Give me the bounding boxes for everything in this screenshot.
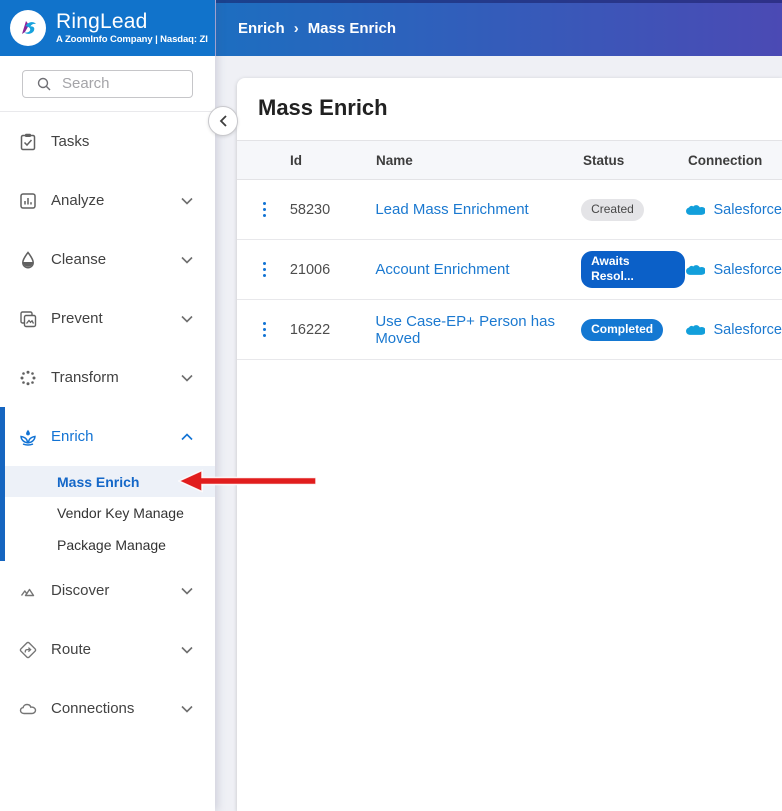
cell-id: 21006 [280, 262, 376, 278]
job-name-link[interactable]: Use Case-EP+ Person has Moved [375, 313, 555, 347]
prevent-icon [18, 309, 38, 329]
discover-icon [18, 581, 38, 601]
sidebar-item-label: Analyze [51, 192, 181, 209]
route-icon [18, 640, 38, 660]
cleanse-icon [18, 250, 38, 270]
brand-header: RingLead A ZoomInfo Company | Nasdaq: ZI [0, 0, 215, 56]
breadcrumb-current[interactable]: Mass Enrich [308, 20, 396, 37]
search-icon [37, 77, 51, 91]
sidebar-collapse-button[interactable] [208, 106, 238, 136]
sidebar-item-discover[interactable]: Discover [0, 561, 215, 620]
chevron-down-icon [181, 582, 193, 599]
column-header-name: Name [376, 153, 583, 168]
breadcrumb-separator-icon: › [294, 20, 299, 37]
sidebar-item-route[interactable]: Route [0, 620, 215, 679]
chevron-down-icon [181, 369, 193, 386]
row-menu-icon[interactable] [259, 198, 271, 222]
sidebar-item-label: Cleanse [51, 251, 181, 268]
page-title: Mass Enrich [237, 78, 782, 140]
sidebar-item-cleanse[interactable]: Cleanse [0, 230, 215, 289]
mass-enrich-card: Mass Enrich Id Name Status Connection 58… [237, 78, 782, 811]
salesforce-icon [685, 323, 705, 337]
sidebar-item-analyze[interactable]: Analyze [0, 171, 215, 230]
sidebar-item-label: Discover [51, 582, 181, 599]
table-row: 21006 Account Enrichment Awaits Resol...… [237, 240, 782, 300]
column-header-status: Status [583, 153, 688, 168]
sidebar-item-label: Transform [51, 369, 181, 386]
top-bar: Enrich › Mass Enrich [215, 0, 782, 56]
sidebar-subitem-package-manage[interactable]: Package Manage [5, 529, 215, 561]
brand-tagline: A ZoomInfo Company | Nasdaq: ZI [56, 34, 208, 45]
sidebar: RingLead A ZoomInfo Company | Nasdaq: ZI… [0, 0, 215, 811]
ringlead-logo-icon [10, 10, 46, 46]
search-input[interactable] [62, 75, 184, 92]
search-box[interactable] [22, 70, 193, 98]
brand-name: RingLead [56, 11, 208, 33]
chevron-down-icon [181, 641, 193, 658]
search-area [0, 56, 215, 112]
tasks-icon [18, 132, 38, 152]
sidebar-item-label: Tasks [51, 133, 193, 150]
sidebar-item-label: Prevent [51, 310, 181, 327]
column-header-id: Id [280, 153, 376, 168]
chevron-down-icon [181, 310, 193, 327]
sidebar-item-label: Route [51, 641, 181, 658]
subitem-label: Package Manage [57, 537, 166, 553]
sidebar-item-tasks[interactable]: Tasks [0, 112, 215, 171]
status-badge: Created [581, 199, 644, 221]
sidebar-item-label: Connections [51, 700, 181, 717]
main-area: Enrich › Mass Enrich Mass Enrich Id Name… [215, 0, 782, 811]
enrich-icon [18, 427, 38, 447]
content-background: Mass Enrich Id Name Status Connection 58… [215, 56, 782, 811]
sidebar-subitem-mass-enrich[interactable]: Mass Enrich [5, 466, 215, 497]
chevron-down-icon [181, 192, 193, 209]
breadcrumb-parent[interactable]: Enrich [238, 20, 285, 37]
job-name-link[interactable]: Account Enrichment [375, 261, 509, 278]
transform-icon [18, 368, 38, 388]
table-header: Id Name Status Connection [237, 140, 782, 180]
cell-id: 58230 [280, 202, 376, 218]
sidebar-nav: Tasks Analyze Cleanse Prev [0, 112, 215, 738]
analyze-icon [18, 191, 38, 211]
sidebar-subitem-vendor-key-manage[interactable]: Vendor Key Manage [5, 497, 215, 529]
chevron-down-icon [181, 700, 193, 717]
enrich-section: Enrich Mass Enrich Vendor Key Manage Pac… [0, 407, 215, 561]
row-menu-icon[interactable] [259, 318, 271, 342]
connection-link[interactable]: Salesforce [713, 262, 782, 278]
sidebar-item-label: Enrich [51, 428, 181, 445]
chevron-down-icon [181, 251, 193, 268]
chevron-up-icon [181, 428, 193, 445]
connections-icon [18, 699, 38, 719]
salesforce-icon [685, 203, 705, 217]
sidebar-item-enrich[interactable]: Enrich [5, 407, 215, 466]
sidebar-item-connections[interactable]: Connections [0, 679, 215, 738]
salesforce-icon [685, 263, 705, 277]
subitem-label: Vendor Key Manage [57, 505, 184, 521]
table-row: 16222 Use Case-EP+ Person has Moved Comp… [237, 300, 782, 360]
column-header-connection: Connection [688, 153, 782, 168]
sidebar-item-prevent[interactable]: Prevent [0, 289, 215, 348]
table-row: 58230 Lead Mass Enrichment Created Sales… [237, 180, 782, 240]
job-name-link[interactable]: Lead Mass Enrichment [375, 201, 528, 218]
cell-id: 16222 [280, 322, 376, 338]
subitem-label: Mass Enrich [57, 474, 139, 490]
app-window: RingLead A ZoomInfo Company | Nasdaq: ZI… [0, 0, 782, 811]
connection-link[interactable]: Salesforce [713, 202, 782, 218]
breadcrumb: Enrich › Mass Enrich [238, 20, 396, 37]
row-menu-icon[interactable] [259, 258, 271, 282]
sidebar-item-transform[interactable]: Transform [0, 348, 215, 407]
chevron-left-icon [219, 115, 228, 127]
connection-link[interactable]: Salesforce [713, 322, 782, 338]
status-badge: Completed [581, 319, 663, 341]
status-badge: Awaits Resol... [581, 251, 685, 288]
